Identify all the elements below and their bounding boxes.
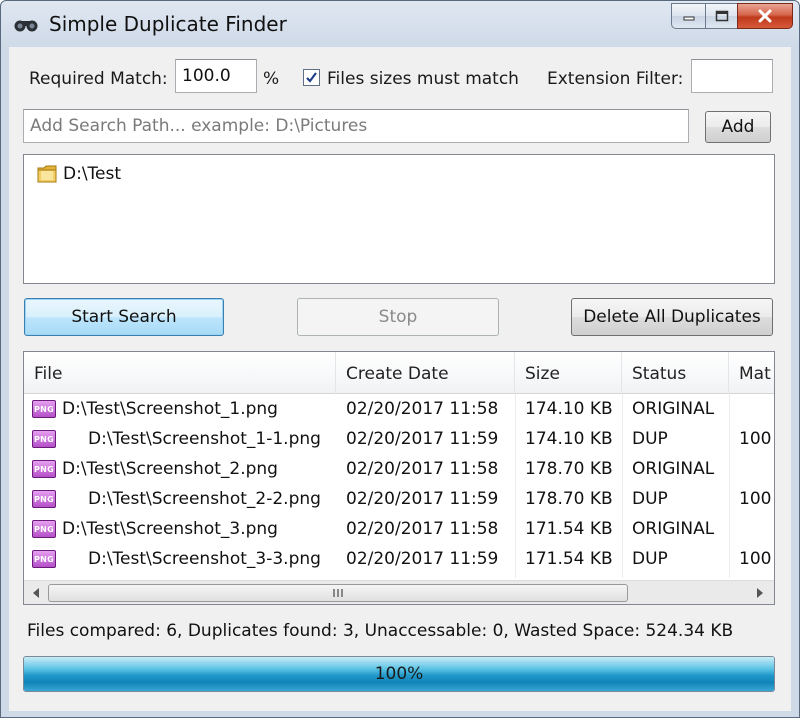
cell-match <box>739 514 774 544</box>
cell-status: DUP <box>632 549 668 569</box>
table-row[interactable]: PNG D:\Test\Screenshot_2-2.png 02/20/2017 … <box>24 484 774 514</box>
search-path-input[interactable]: Add Search Path... example: D:\Pictures <box>23 109 689 143</box>
arrow-left-icon <box>33 588 39 598</box>
cell-file: D:\Test\Screenshot_1.png <box>62 399 278 419</box>
minimize-icon <box>683 16 694 21</box>
required-match-input[interactable]: 100.0 <box>175 59 257 93</box>
minimize-button[interactable] <box>671 3 705 29</box>
status-summary: Files compared: 6, Duplicates found: 3, … <box>27 621 734 641</box>
table-row[interactable]: PNG D:\Test\Screenshot_1-1.png 02/20/2017 … <box>24 424 774 454</box>
horizontal-scrollbar[interactable] <box>24 580 774 604</box>
cell-match <box>739 454 774 484</box>
table-row[interactable]: PNG D:\Test\Screenshot_1.png 02/20/2017 11… <box>24 394 774 424</box>
png-file-icon: PNG <box>32 550 56 568</box>
png-file-icon: PNG <box>32 430 56 448</box>
cell-size: 174.10 KB <box>525 399 613 419</box>
table-row[interactable]: PNG D:\Test\Screenshot_3-3.png 02/20/2017 … <box>24 544 774 574</box>
path-list-item-label: D:\Test <box>63 164 122 184</box>
cell-status: DUP <box>632 429 668 449</box>
maximize-button[interactable] <box>705 3 737 29</box>
cell-file: D:\Test\Screenshot_1-1.png <box>88 429 321 449</box>
cell-create-date: 02/20/2017 11:58 <box>346 519 499 539</box>
results-header: File Create Date Size Status Mat <box>24 352 774 394</box>
scrollbar-thumb[interactable] <box>48 584 628 602</box>
table-row[interactable]: PNG D:\Test\Screenshot_2.png 02/20/2017 11… <box>24 454 774 484</box>
delete-all-duplicates-button[interactable]: Delete All Duplicates <box>571 298 773 336</box>
sizes-must-match-label: Files sizes must match <box>327 69 519 89</box>
cell-file: D:\Test\Screenshot_3-3.png <box>88 549 321 569</box>
cell-create-date: 02/20/2017 11:59 <box>346 429 499 449</box>
column-header-create-date[interactable]: Create Date <box>336 352 515 394</box>
extension-filter-input[interactable] <box>691 59 773 93</box>
cell-create-date: 02/20/2017 11:58 <box>346 399 499 419</box>
app-window: Simple Duplicate Finder Required Match: … <box>0 0 800 718</box>
cell-size: 171.54 KB <box>525 549 613 569</box>
path-list-item[interactable]: D:\Test <box>36 163 121 185</box>
checkmark-icon <box>306 72 317 83</box>
scroll-right-button[interactable] <box>750 583 770 603</box>
progress-bar: 100% <box>23 656 775 692</box>
png-file-icon: PNG <box>32 400 56 418</box>
png-file-icon: PNG <box>32 490 56 508</box>
stop-button[interactable]: Stop <box>297 298 499 336</box>
close-icon <box>758 9 772 23</box>
cell-status: ORIGINAL <box>632 519 715 539</box>
column-header-size[interactable]: Size <box>515 352 622 394</box>
cell-size: 174.10 KB <box>525 429 613 449</box>
window-title: Simple Duplicate Finder <box>49 12 287 36</box>
sizes-must-match-checkbox[interactable] <box>303 69 320 86</box>
title-bar[interactable]: Simple Duplicate Finder <box>1 1 799 47</box>
scroll-left-button[interactable] <box>26 583 46 603</box>
close-button[interactable] <box>737 3 793 29</box>
cell-status: DUP <box>632 489 668 509</box>
png-file-icon: PNG <box>32 520 56 538</box>
cell-create-date: 02/20/2017 11:59 <box>346 489 499 509</box>
cell-size: 178.70 KB <box>525 489 613 509</box>
results-list[interactable]: File Create Date Size Status Mat PNG D:\T… <box>23 351 775 605</box>
table-row[interactable]: PNG D:\Test\Screenshot_3.png 02/20/2017 11… <box>24 514 774 544</box>
cell-status: ORIGINAL <box>632 399 715 419</box>
cell-file: D:\Test\Screenshot_3.png <box>62 519 278 539</box>
cell-file: D:\Test\Screenshot_2-2.png <box>88 489 321 509</box>
search-path-list[interactable]: D:\Test <box>23 154 775 284</box>
cell-size: 171.54 KB <box>525 519 613 539</box>
cell-match: 100 <box>739 549 772 569</box>
cell-create-date: 02/20/2017 11:59 <box>346 549 499 569</box>
folder-icon <box>37 165 57 183</box>
window-controls <box>671 3 793 29</box>
extension-filter-label: Extension Filter: <box>547 69 684 89</box>
cell-create-date: 02/20/2017 11:58 <box>346 459 499 479</box>
cell-status: ORIGINAL <box>632 459 715 479</box>
binoculars-icon <box>14 20 38 32</box>
column-header-file[interactable]: File <box>24 352 336 394</box>
cell-match: 100 <box>739 489 772 509</box>
client-area: Required Match: 100.0 % Files sizes must… <box>9 47 791 711</box>
maximize-icon <box>715 10 728 22</box>
grip-icon <box>333 589 343 597</box>
percent-label: % <box>263 69 280 89</box>
progress-label: 100% <box>374 664 424 684</box>
column-header-match[interactable]: Mat <box>729 352 774 394</box>
arrow-right-icon <box>757 588 763 598</box>
cell-match: 100 <box>739 429 772 449</box>
png-file-icon: PNG <box>32 460 56 478</box>
cell-match <box>739 394 774 424</box>
add-path-button[interactable]: Add <box>705 111 771 143</box>
start-search-button[interactable]: Start Search <box>24 298 224 336</box>
required-match-label: Required Match: <box>29 69 168 89</box>
cell-size: 178.70 KB <box>525 459 613 479</box>
cell-file: D:\Test\Screenshot_2.png <box>62 459 278 479</box>
column-header-status[interactable]: Status <box>622 352 729 394</box>
